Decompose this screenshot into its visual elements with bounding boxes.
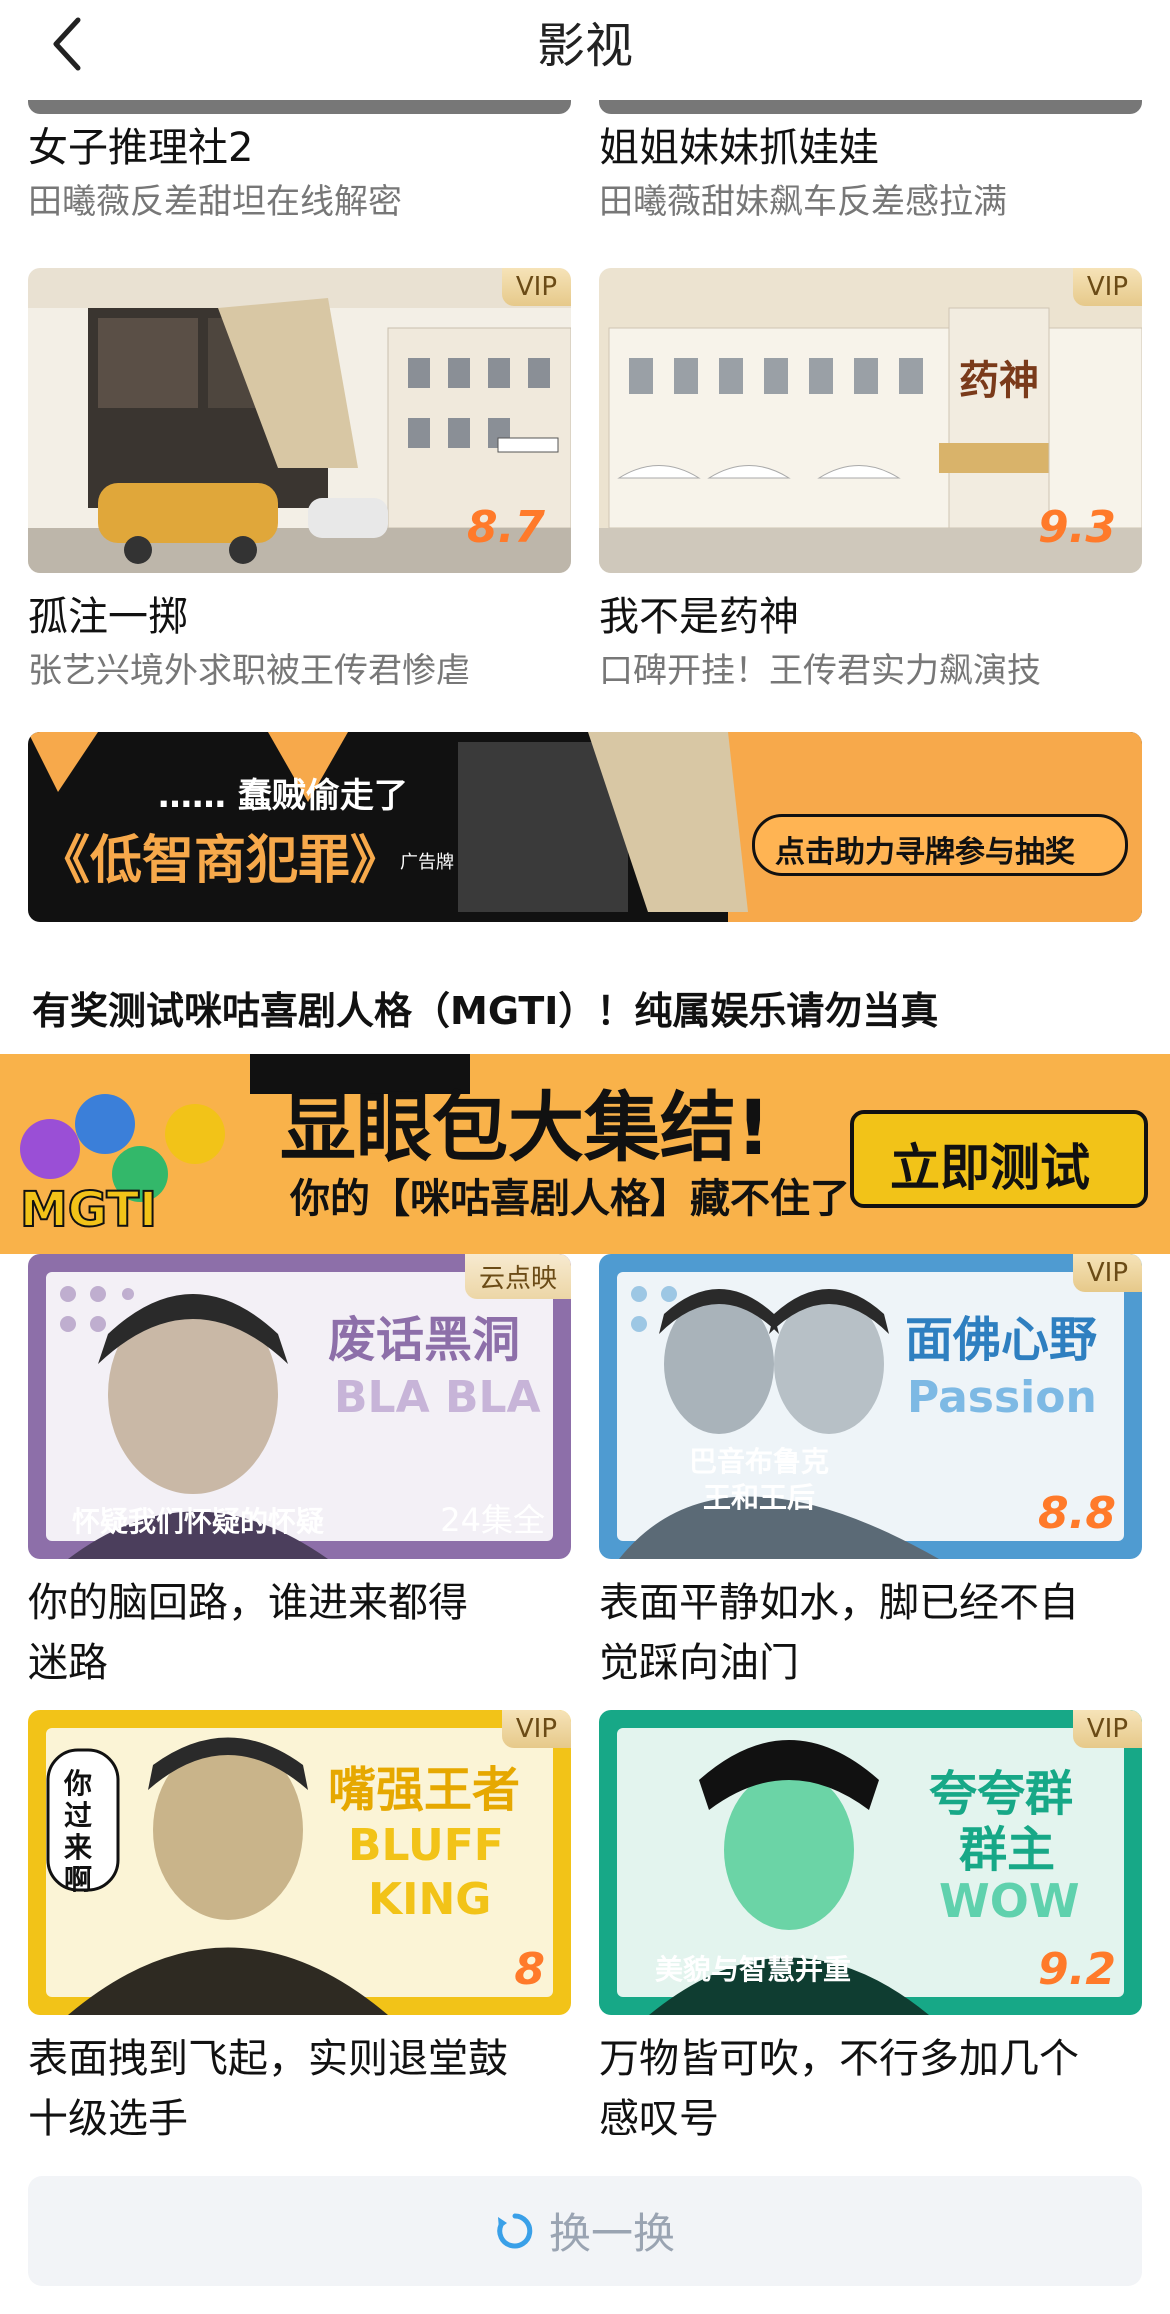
card-title-line1: 表面平静如水，脚已经不自 (599, 1580, 1079, 1626)
promo-banner[interactable]: …… 蠢贼偷走了 《低智商犯罪》 广告牌 点击助力寻牌参与抽奖 (28, 732, 1142, 922)
video-thumbnail[interactable]: VIP 夸夸群 群主 WOW 美貌与智慧并重 9.2 (599, 1710, 1142, 2015)
video-card[interactable]: 姐姐妹妹抓娃娃 田曦薇甜妹飙车反差感拉满 (599, 118, 1142, 226)
mgti-link-text[interactable]: 有奖测试咪咕喜剧人格（MGTI）！纯属娱乐请勿当真 (32, 980, 938, 1035)
card-title-line2: 感叹号 (599, 2096, 719, 2142)
video-thumbnail[interactable]: 药神 VIP 9.3 (599, 268, 1142, 573)
card-title-line1: 你的脑回路，谁进来都得 (28, 1580, 468, 1626)
cloud-premiere-badge: 云点映 (464, 1254, 571, 1299)
video-card[interactable]: 药神 VIP 9.3 我不是药神 口碑开挂！王传君实力飙演技 (599, 268, 1142, 695)
poster-title: 面佛心野 (905, 1312, 1098, 1368)
video-card[interactable]: VIP 夸夸群 群主 WOW 美貌与智慧并重 9.2 万物皆可吹，不行多加几个 … (599, 1710, 1142, 2149)
vip-badge: VIP (1072, 268, 1142, 306)
banner-cta-label: 点击助力寻牌参与抽奖 (775, 835, 1075, 870)
video-card[interactable]: 女子推理社2 田曦薇反差甜坦在线解密 (28, 118, 571, 226)
poster-caption: 怀疑我们怀疑的怀疑 (72, 1505, 325, 1538)
card-title: 我不是药神 (599, 594, 799, 640)
poster-caption-line1: 巴音布鲁克 (689, 1445, 830, 1478)
mgti-subline: 你的【咪咕喜剧人格】藏不住了 (290, 1176, 850, 1222)
video-card[interactable]: VIP 你过来啊 嘴强王者 BLUFF KING 8 表面拽到飞起，实则退堂鼓 … (28, 1710, 571, 2149)
card-subtitle: 田曦薇反差甜坦在线解密 (28, 182, 402, 222)
video-card[interactable]: VIP 面佛心野 Passion 巴音布鲁克 王和王后 8.8 表面平静如水，脚… (599, 1254, 1142, 1693)
video-card[interactable]: VIP 8.7 孤注一掷 张艺兴境外求职被王传君惨虐 (28, 268, 571, 695)
poster-en2: KING (368, 1874, 492, 1925)
card-title-line1: 表面拽到飞起，实则退堂鼓 (28, 2036, 508, 2082)
card-title-line2: 迷路 (28, 1640, 108, 1686)
video-card[interactable]: 云点映 废话黑洞 BLA BLA 怀疑我们怀疑的怀疑 24集全 你的脑回路，谁进… (28, 1254, 571, 1693)
vip-badge: VIP (501, 1710, 571, 1748)
card-title: 孤注一掷 (28, 594, 188, 640)
card-subtitle: 田曦薇甜妹飙车反差感拉满 (599, 182, 1007, 222)
mgti-headline: 显眼包大集结! (280, 1083, 771, 1172)
poster-title: 嘴强王者 (328, 1762, 521, 1818)
card-subtitle: 口碑开挂！王传君实力飙演技 (599, 651, 1041, 691)
poster-title: 废话黑洞 (328, 1312, 521, 1368)
speech-bubble: 你过来啊 (64, 1767, 93, 1896)
poster-caption: 美貌与智慧并重 (655, 1953, 852, 1986)
video-thumbnail[interactable]: VIP 8.7 (28, 268, 571, 573)
rating-score: 8 (514, 1944, 545, 1995)
vip-badge: VIP (1072, 1710, 1142, 1748)
banner-suffix: 广告牌 (400, 852, 454, 873)
banner-line1: …… 蠢贼偷走了 (158, 776, 408, 816)
nav-header: 影视 (0, 0, 1170, 100)
video-thumbnail[interactable]: 云点映 废话黑洞 BLA BLA 怀疑我们怀疑的怀疑 24集全 (28, 1254, 571, 1559)
mgti-logo: MGTI (19, 1181, 158, 1239)
poster-en: BLA BLA (334, 1372, 541, 1423)
poster-title-line2: 群主 (959, 1822, 1056, 1878)
banner-cta-button[interactable]: 点击助力寻牌参与抽奖 (752, 814, 1128, 876)
card-title-line1: 万物皆可吹，不行多加几个 (599, 2036, 1079, 2082)
vip-badge: VIP (501, 268, 571, 306)
mgti-cta-button[interactable]: 立即测试 (850, 1110, 1148, 1208)
card-title-line2: 十级选手 (28, 2096, 188, 2142)
poster-caption-line2: 王和王后 (703, 1481, 816, 1514)
video-thumbnail[interactable]: VIP 你过来啊 嘴强王者 BLUFF KING 8 (28, 1710, 571, 2015)
card-title: 姐姐妹妹抓娃娃 (599, 125, 879, 171)
mgti-cta-label: 立即测试 (890, 1139, 1090, 1197)
page-title: 影视 (536, 18, 633, 74)
poster-en: Passion (907, 1372, 1097, 1423)
poster-sign: 药神 (959, 358, 1039, 404)
poster-en1: BLUFF (348, 1820, 504, 1871)
refresh-button[interactable]: 换一换 (28, 2176, 1142, 2286)
banner-movie-title: 《低智商犯罪》 (38, 831, 403, 891)
rating-score: 9.2 (1038, 1944, 1116, 1995)
video-thumbnail[interactable]: VIP 面佛心野 Passion 巴音布鲁克 王和王后 8.8 (599, 1254, 1142, 1559)
mgti-banner[interactable]: MGTI 显眼包大集结! 你的【咪咕喜剧人格】藏不住了 立即测试 (0, 1054, 1170, 1254)
refresh-icon (497, 2213, 533, 2248)
card-title: 女子推理社2 (28, 125, 254, 171)
rating-score: 9.3 (1038, 502, 1116, 553)
episode-count: 24集全 (440, 1501, 545, 1539)
poster-en: WOW (939, 1874, 1080, 1928)
card-subtitle: 张艺兴境外求职被王传君惨虐 (28, 651, 470, 691)
refresh-label: 换一换 (548, 2209, 675, 2258)
card-title-line2: 觉踩向油门 (599, 1640, 799, 1686)
rating-score: 8.7 (467, 502, 545, 553)
vip-badge: VIP (1072, 1254, 1142, 1292)
rating-score: 8.8 (1038, 1488, 1116, 1539)
